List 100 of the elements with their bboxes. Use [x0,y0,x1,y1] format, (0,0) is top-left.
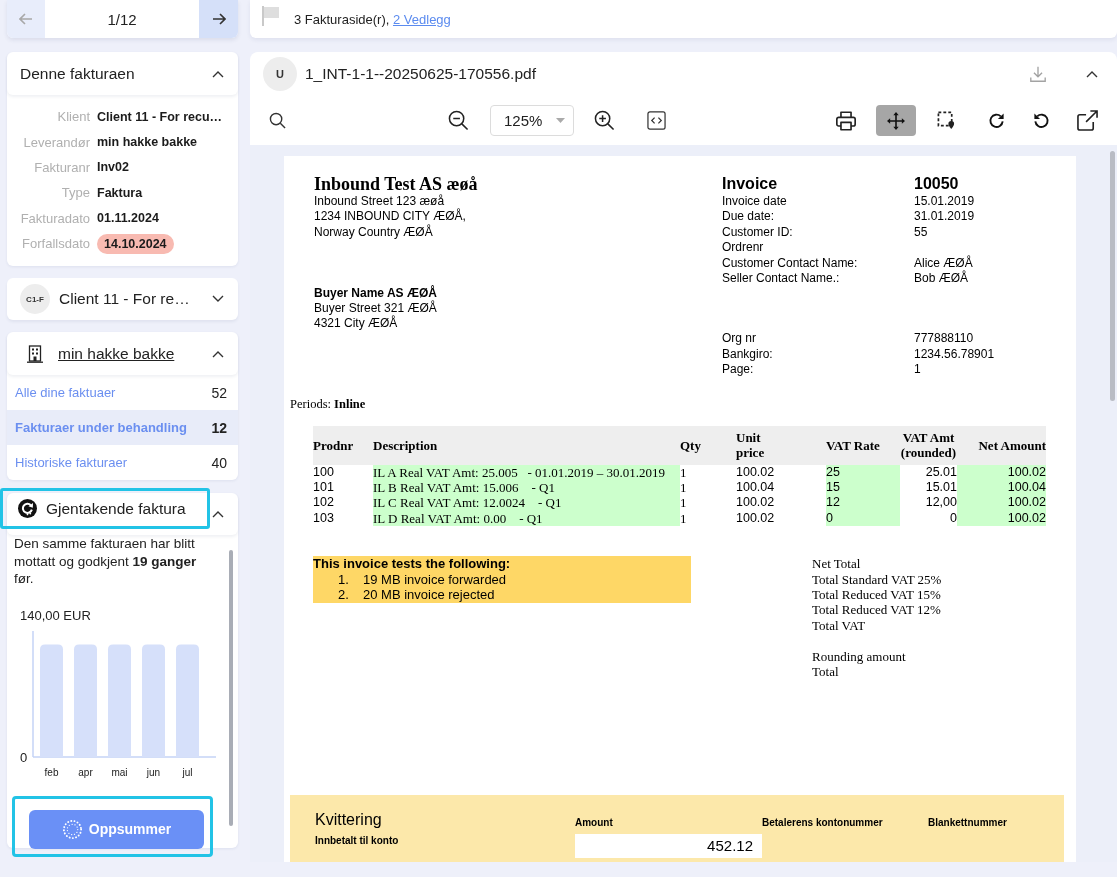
field-label: Betalerens kontonummer [762,817,883,828]
field-value: 01.11.2024 [97,210,159,227]
receipt-subtitle: Innbetalt til konto [315,835,399,846]
column-header: VAT Rate [826,437,880,453]
detail-value: 31.01.2019 [914,209,975,225]
table-cell-text: 102 [313,495,335,511]
chevron-down-icon[interactable] [212,295,224,304]
pan-button[interactable] [876,105,916,136]
address-line: 4321 City ÆØÅ [314,316,399,332]
caret-down-icon [556,118,565,123]
detail-label: Customer Contact Name: [722,255,858,272]
total-label: Total VAT [812,617,866,633]
page-counter: 1/12 [106,9,138,30]
list-item-text: 19 MB invoice forwarded [363,571,507,588]
arrow-left-icon [19,13,33,25]
zoom-in-icon [593,110,615,131]
invoice-count: 52 [211,384,227,401]
rotate-right-icon [986,111,1006,130]
detail-label: Page: [722,362,754,378]
building-icon [27,344,43,363]
fit-width-icon [646,111,666,130]
field-value: Client 11 - For recu… [97,108,223,125]
client-name: Client 11 - For re… [59,290,190,309]
zoom-select[interactable]: 125% [490,105,574,136]
table-cell-text: 103 [313,510,335,527]
invoice-count: 40 [211,454,227,471]
field-label: Type [61,185,90,201]
column-header: VAT Amt (rounded) [900,430,957,461]
field-label: Forfallsdato [22,236,90,252]
field-label: Fakturanr [34,159,90,175]
column-header: Net Amount [978,437,1046,453]
arrow-right-icon [211,13,226,25]
total-label: Total [812,664,839,680]
external-link-icon [1076,110,1098,131]
table-cell: 12 [826,495,900,511]
card-header[interactable]: Denne fakturaen [7,52,238,95]
field-label: Blankettnummer [928,817,1007,828]
detail-label: Customer ID: [722,224,793,241]
recurring-icon [18,499,37,519]
scrollbar-thumb[interactable] [229,550,233,827]
table-cell-text: 15.01 [924,480,957,496]
client-card[interactable]: C1-F Client 11 - For re… [7,278,238,321]
rotate-left-icon [1031,111,1051,130]
table-cell: 15 [826,480,900,496]
table-cell-text: 100.02 [736,495,776,511]
next-button[interactable] [199,0,238,38]
overdue-date-pill: 14.10.2024 [97,233,174,254]
scrollbar-thumb[interactable] [1110,151,1115,401]
table-cell: 100.02 [957,495,1046,511]
chevron-up-icon[interactable] [212,510,224,519]
detail-label: Ordrenr [722,240,764,256]
field-value: Inv02 [97,159,129,176]
file-name: 1_INT-1-1--20250625-170556.pdf [305,65,537,83]
amount-field: 452.12 [575,834,762,858]
table-cell-text: 100.02 [736,510,776,527]
receipt-title: Kvittering [315,811,382,828]
table-cell-text: 1 [680,495,688,511]
axis-label: feb [44,766,59,778]
nav-item[interactable]: Fakturaer under behandling 12 [7,410,238,446]
detail-label: Seller Contact Name.: [722,271,840,287]
axis-label: mai [111,766,128,778]
table-cell-text: 1 [680,464,688,481]
field-value: min hakke bakke [97,134,198,151]
table-cell-text: 25.01 [924,464,957,481]
invoice-heading: Invoice [722,174,778,194]
list-number: 2. [338,587,350,603]
field-value: Faktura [97,184,143,201]
table-cell: IL B Real VAT Amt: 15.006 - Q1 [373,480,680,496]
download-icon [1029,65,1047,83]
detail-value: 1234.56.78901 [914,346,995,363]
detail-value: 15.01.2019 [914,194,975,210]
detail-label: Invoice date [722,194,787,210]
nav-item[interactable]: Historiske fakturaer 40 [7,445,238,481]
list-item-text: 20 MB invoice rejected [363,587,495,603]
total-label: Total Reduced VAT 12% [812,602,941,618]
chevron-up-icon[interactable] [212,349,224,358]
detail-value: Bob ÆØÅ [914,271,969,287]
address-line: Norway Country ÆØÅ [314,224,434,240]
chevron-up-icon[interactable] [212,69,224,78]
detail-value: Alice ÆØÅ [914,255,973,270]
column-header: Prodnr [313,437,354,453]
column-header: Qty [680,437,701,453]
address-line: Buyer Street 321 ÆØÅ [314,301,438,316]
column-header: Unit price [736,430,766,461]
printer-icon [835,109,857,132]
field-label: Klient [57,109,90,125]
table-cell-text: 100 [313,464,335,481]
table-cell-text: 1 [680,510,688,527]
detail-value: 777888110 [914,331,974,347]
card-title: Gjentakende faktura [46,499,186,518]
nav-item[interactable]: Alle dine faktuaer 52 [7,375,238,411]
detail-label: Bankgiro: [722,346,773,363]
supplier-link[interactable]: min hakke bakke [58,344,175,363]
dashed-square-icon [936,111,956,130]
search-icon [268,112,286,129]
periods-text: Periods: Inline [290,396,366,411]
zoom-out-icon [447,110,469,131]
table-cell-text: 100.02 [736,464,776,481]
note-title: This invoice tests the following: [313,556,512,572]
column-header: Description [373,437,438,453]
